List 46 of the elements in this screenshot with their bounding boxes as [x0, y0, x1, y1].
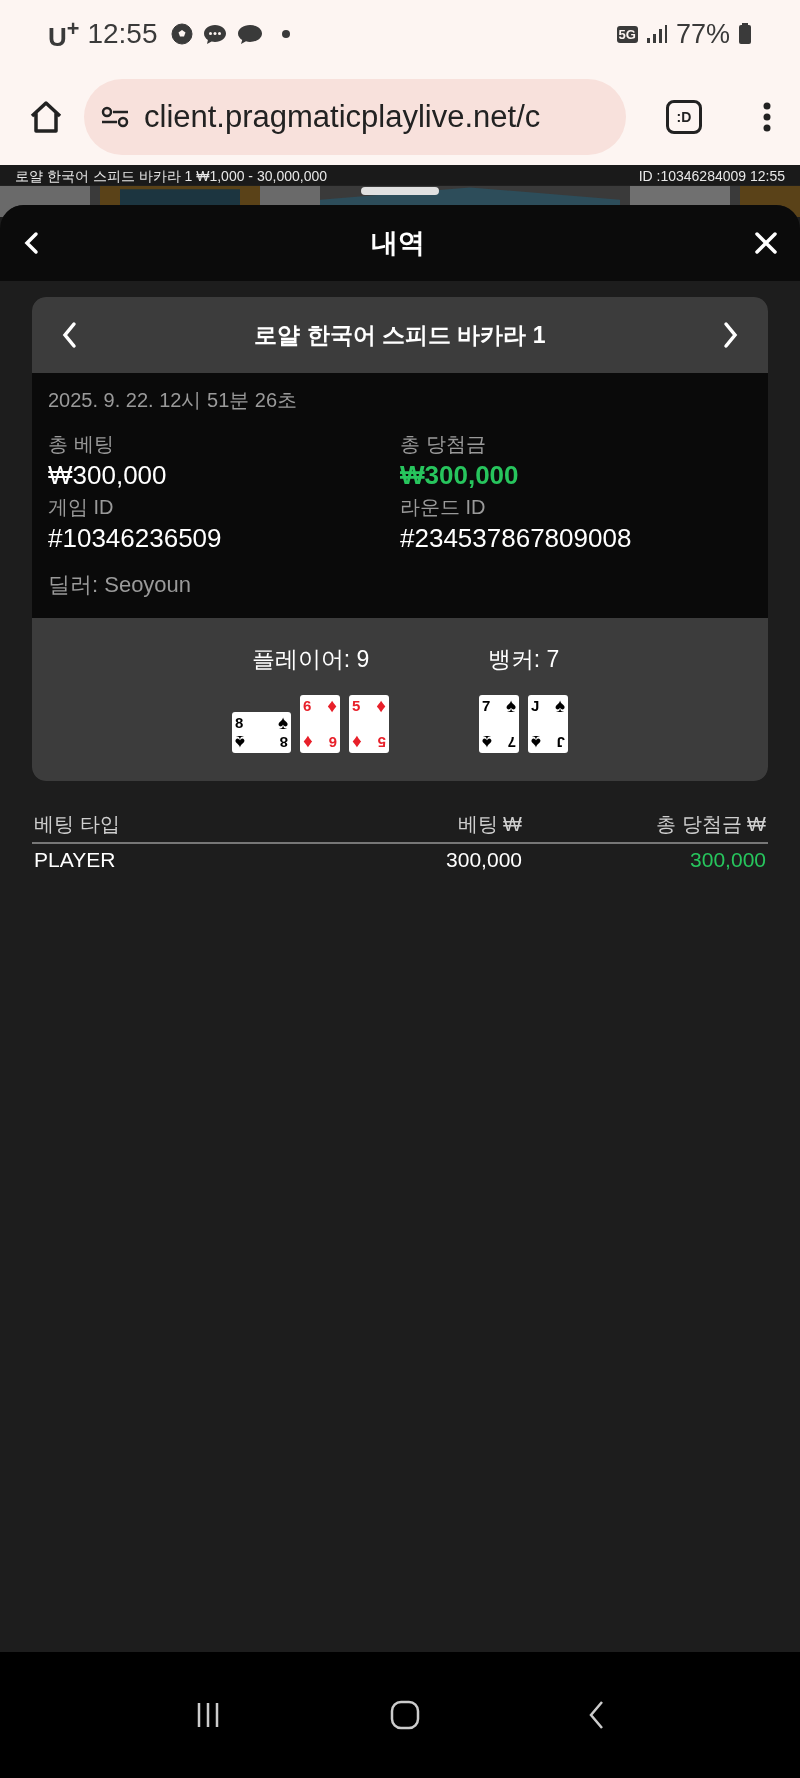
playing-card: J ♠ J ♠ [528, 695, 568, 753]
field-value: ₩300,000 [48, 459, 168, 491]
table-cell-text: 300,000 [689, 848, 766, 872]
table-cell-text: 300,000 [445, 848, 522, 872]
soccer-ball-icon [169, 22, 194, 46]
field-value: #10346236509 [48, 522, 223, 554]
speech-bubble-icon [235, 22, 264, 46]
network-label: 5G [616, 25, 638, 43]
address-bar[interactable]: client.pragmaticplaylive.net/c [84, 78, 626, 155]
carrier-label: U$^{+}$ [48, 15, 80, 53]
status-time: 12:55 [87, 18, 158, 50]
field-label: 게임 ID [48, 495, 115, 520]
game-id-text: ID :10346284009 12:55 [638, 168, 785, 184]
battery-icon [738, 22, 752, 46]
site-settings-icon[interactable] [100, 104, 130, 129]
signal-icon [645, 24, 668, 44]
drag-handle[interactable] [361, 187, 439, 195]
field-label: 총 베팅 [48, 432, 115, 457]
dealer-name: 딜러: Seoyoun [48, 571, 193, 599]
playing-card: 6 ♦ 6 ♦ [300, 695, 340, 753]
chat-bubble-icon [201, 22, 228, 46]
table-cell-text: PLAYER [34, 848, 117, 872]
column-header: 총 당첨금 ₩ [655, 812, 766, 837]
playing-card: 7 ♠ 7 ♠ [479, 695, 519, 753]
menu-icon[interactable] [762, 100, 772, 133]
hand-score: 플레이어: 9 [251, 645, 370, 674]
sheet-title: 내역 [371, 227, 425, 260]
field-label: 라운드 ID [400, 495, 487, 520]
tab-switcher-button[interactable]: :D [666, 99, 702, 134]
home-button-icon[interactable] [389, 1699, 421, 1731]
game-title: 로얄 한국어 스피드 바카라 1 [254, 320, 546, 350]
notification-dot [281, 30, 290, 38]
playing-card: 5 ♦ 5 ♦ [349, 695, 389, 753]
column-header: 베팅 ₩ [456, 812, 522, 837]
battery-percent: 77% [675, 18, 730, 50]
home-icon[interactable] [28, 98, 64, 135]
field-label: 총 당첨금 [400, 432, 487, 457]
field-value: #234537867809008 [400, 522, 633, 554]
close-icon[interactable] [754, 231, 778, 255]
column-header: 베팅 타입 [34, 812, 121, 837]
hand-score: 뱅커: 7 [487, 645, 560, 674]
playing-card: 8 ♠ 8 ♠ [232, 712, 291, 753]
game-limits-text: 로얄 한국어 스피드 바카라 1 ₩1,000 - 30,000,000 [15, 168, 327, 186]
round-datetime: 2025. 9. 22. 12시 51분 26초 [48, 388, 299, 413]
field-value: ₩300,000 [400, 459, 520, 491]
url-text: client.pragmaticplaylive.net/c [144, 98, 541, 135]
